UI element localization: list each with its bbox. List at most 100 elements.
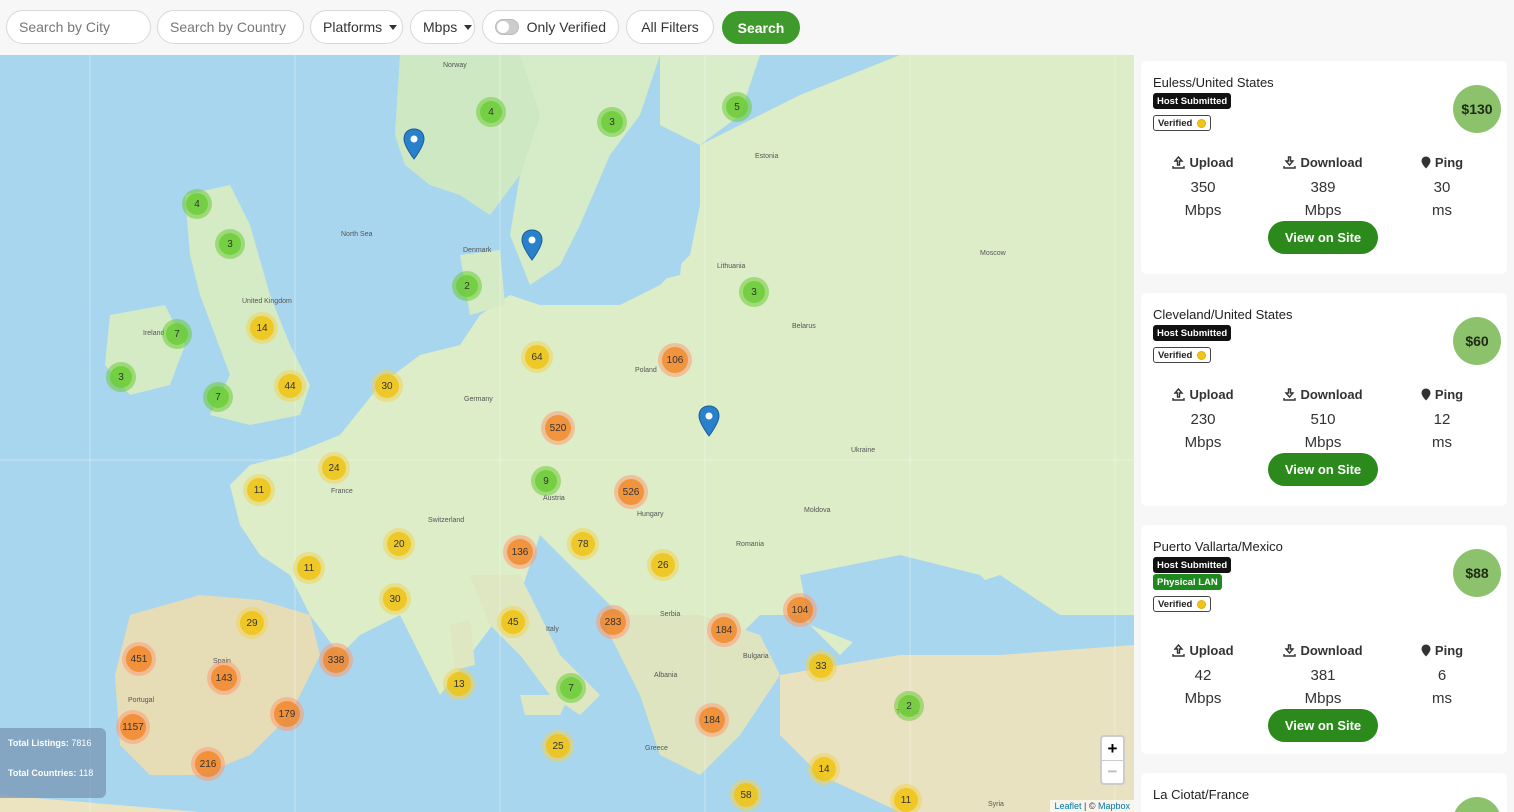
map-cluster[interactable]: 11 (890, 784, 922, 812)
map-cluster[interactable]: 106 (658, 343, 692, 377)
cluster-count: 2 (456, 275, 478, 297)
map-cluster[interactable]: 45 (497, 606, 529, 638)
upload-metric: Upload 350 Mbps (1143, 155, 1263, 222)
ping-value: 12 (1433, 411, 1451, 428)
map-cluster[interactable]: 29 (236, 607, 268, 639)
map-cluster[interactable]: 3 (215, 229, 245, 259)
location-pin-icon (1421, 644, 1431, 657)
upload-unit: Mbps (1184, 690, 1222, 707)
map-cluster[interactable]: 526 (614, 475, 648, 509)
map-cluster[interactable]: 33 (805, 650, 837, 682)
location-pin-icon[interactable] (403, 128, 425, 160)
map-cluster[interactable]: 30 (371, 370, 403, 402)
map-cluster[interactable]: 104 (783, 593, 817, 627)
upload-icon (1172, 388, 1186, 401)
cluster-count: 451 (126, 646, 152, 672)
map-cluster[interactable]: 1157 (116, 710, 150, 744)
cluster-count: 4 (480, 101, 502, 123)
mbps-dropdown[interactable]: Mbps (410, 10, 475, 44)
map-cluster[interactable]: 30 (379, 583, 411, 615)
map-cluster[interactable]: 3 (597, 107, 627, 137)
map-cluster[interactable]: 14 (808, 753, 840, 785)
map-cluster[interactable]: 4 (182, 189, 212, 219)
map-cluster[interactable]: 179 (270, 697, 304, 731)
cluster-count: 9 (535, 470, 557, 492)
map-cluster[interactable]: 4 (476, 97, 506, 127)
leaflet-link[interactable]: Leaflet (1054, 801, 1081, 811)
location-pin-icon[interactable] (698, 405, 720, 437)
view-on-site-button[interactable]: View on Site (1268, 221, 1378, 254)
map-cluster[interactable]: 5 (722, 92, 752, 122)
map-cluster[interactable]: 20 (383, 528, 415, 560)
cluster-count: 45 (501, 610, 525, 634)
map-cluster[interactable]: 7 (203, 382, 233, 412)
platforms-dropdown[interactable]: Platforms (310, 10, 403, 44)
map-cluster[interactable]: 338 (319, 643, 353, 677)
download-value: 389 (1310, 179, 1336, 196)
map-cluster[interactable]: 520 (541, 411, 575, 445)
map-cluster[interactable]: 136 (503, 535, 537, 569)
physical-lan-badge: Physical LAN (1153, 574, 1222, 590)
map-view[interactable]: Norway Denmark United Kingdom Ireland German… (0, 55, 1134, 812)
map-cluster[interactable]: 58 (730, 779, 762, 811)
ping-unit: ms (1432, 690, 1452, 707)
only-verified-toggle[interactable]: Only Verified (482, 10, 619, 44)
map-place-label: Hungary (637, 511, 664, 518)
map-cluster[interactable]: 26 (647, 549, 679, 581)
city-search-field[interactable] (6, 10, 151, 44)
map-cluster[interactable]: 3 (106, 362, 136, 392)
map-cluster[interactable]: 451 (122, 642, 156, 676)
map-cluster[interactable]: 44 (274, 370, 306, 402)
map-cluster[interactable]: 13 (443, 668, 475, 700)
map-cluster[interactable]: 11 (293, 552, 325, 584)
map-place-label: Romania (736, 541, 765, 548)
download-label: Download (1300, 643, 1363, 658)
download-value: 510 (1310, 411, 1336, 428)
listing-card[interactable]: Cleveland/United States Host Submitted Ver… (1141, 293, 1507, 506)
map-cluster[interactable]: 7 (556, 673, 586, 703)
cluster-count: 520 (545, 415, 571, 441)
map-cluster[interactable]: 2 (894, 691, 924, 721)
upload-label: Upload (1189, 643, 1234, 658)
map-cluster[interactable]: 184 (695, 703, 729, 737)
mapbox-link[interactable]: Mapbox (1098, 801, 1130, 811)
map-cluster[interactable]: 2 (452, 271, 482, 301)
listing-card[interactable]: Puerto Vallarta/Mexico Host Submitted Phys… (1141, 525, 1507, 754)
ping-metric: Ping 6 ms (1382, 643, 1502, 710)
map-place-label: Portugal (128, 697, 155, 704)
view-on-site-button[interactable]: View on Site (1268, 709, 1378, 742)
map-cluster[interactable]: 143 (207, 661, 241, 695)
map-cluster[interactable]: 216 (191, 747, 225, 781)
map-cluster[interactable]: 3 (739, 277, 769, 307)
toggle-switch-icon[interactable] (495, 19, 519, 35)
cluster-count: 179 (274, 701, 300, 727)
upload-label: Upload (1189, 387, 1234, 402)
map-cluster[interactable]: 78 (567, 528, 599, 560)
ping-label: Ping (1434, 387, 1464, 402)
map-cluster[interactable]: 14 (246, 312, 278, 344)
map-cluster[interactable]: 25 (542, 730, 574, 762)
listing-card[interactable]: Euless/United States Host Submitted Verifi… (1141, 61, 1507, 274)
map-cluster[interactable]: 64 (521, 341, 553, 373)
map-cluster[interactable]: 7 (162, 319, 192, 349)
cluster-count: 106 (662, 347, 688, 373)
zoom-in-button[interactable]: + (1102, 737, 1123, 760)
cluster-count: 104 (787, 597, 813, 623)
map-cluster[interactable]: 11 (243, 474, 275, 506)
zoom-out-button[interactable]: − (1102, 760, 1123, 783)
map-cluster[interactable]: 184 (707, 613, 741, 647)
verified-check-icon (1197, 118, 1207, 128)
view-on-site-button[interactable]: View on Site (1268, 453, 1378, 486)
all-filters-button[interactable]: All Filters (626, 10, 714, 44)
search-button[interactable]: Search (722, 11, 800, 44)
map-cluster[interactable]: 24 (318, 452, 350, 484)
country-search-input[interactable] (170, 19, 291, 35)
country-search-field[interactable] (157, 10, 304, 44)
city-search-input[interactable] (19, 19, 138, 35)
location-pin-icon[interactable] (521, 229, 543, 261)
listing-card[interactable]: La Ciotat/France (1141, 773, 1507, 812)
map-cluster[interactable]: 9 (531, 466, 561, 496)
cluster-count: 11 (894, 788, 918, 812)
map-place-label: North Sea (341, 231, 373, 238)
map-cluster[interactable]: 283 (596, 605, 630, 639)
